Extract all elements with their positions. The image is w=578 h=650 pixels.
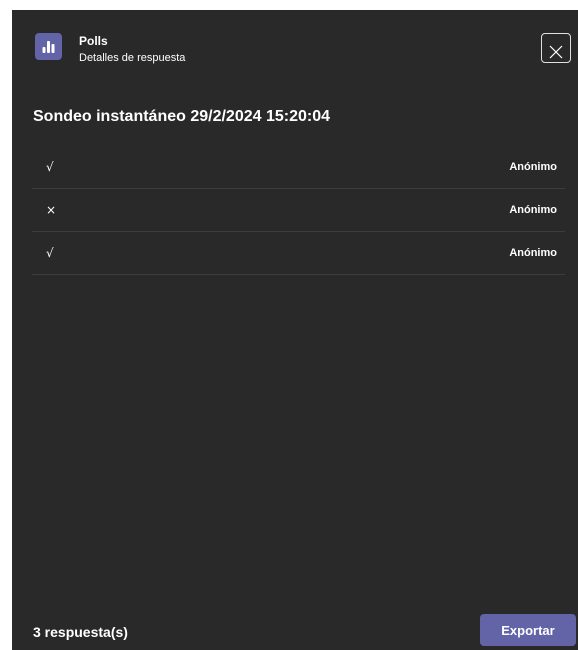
response-count: 3 respuesta(s) [33,624,128,640]
response-list: √ Anónimo × Anónimo √ Anónimo [32,146,565,275]
poll-details-dialog: Polls Detalles de respuesta Sondeo insta… [12,10,578,650]
respondent-name: Anónimo [509,204,557,216]
respondent-name: Anónimo [509,161,557,173]
response-answer: √ [46,246,54,260]
response-answer: × [46,203,57,217]
response-row: × Anónimo [32,189,565,232]
app-subtitle: Detalles de respuesta [79,52,186,64]
response-answer: √ [46,160,54,174]
export-button[interactable]: Exportar [480,614,576,646]
response-row: √ Anónimo [32,146,565,189]
response-row: √ Anónimo [32,232,565,275]
poll-title: Sondeo instantáneo 29/2/2024 15:20:04 [33,108,331,125]
respondent-name: Anónimo [509,247,557,259]
bar-chart-icon [35,33,62,60]
close-button[interactable] [541,33,571,63]
dialog-header: Polls Detalles de respuesta [12,10,578,82]
close-icon [549,45,563,58]
app-name: Polls [79,34,108,48]
